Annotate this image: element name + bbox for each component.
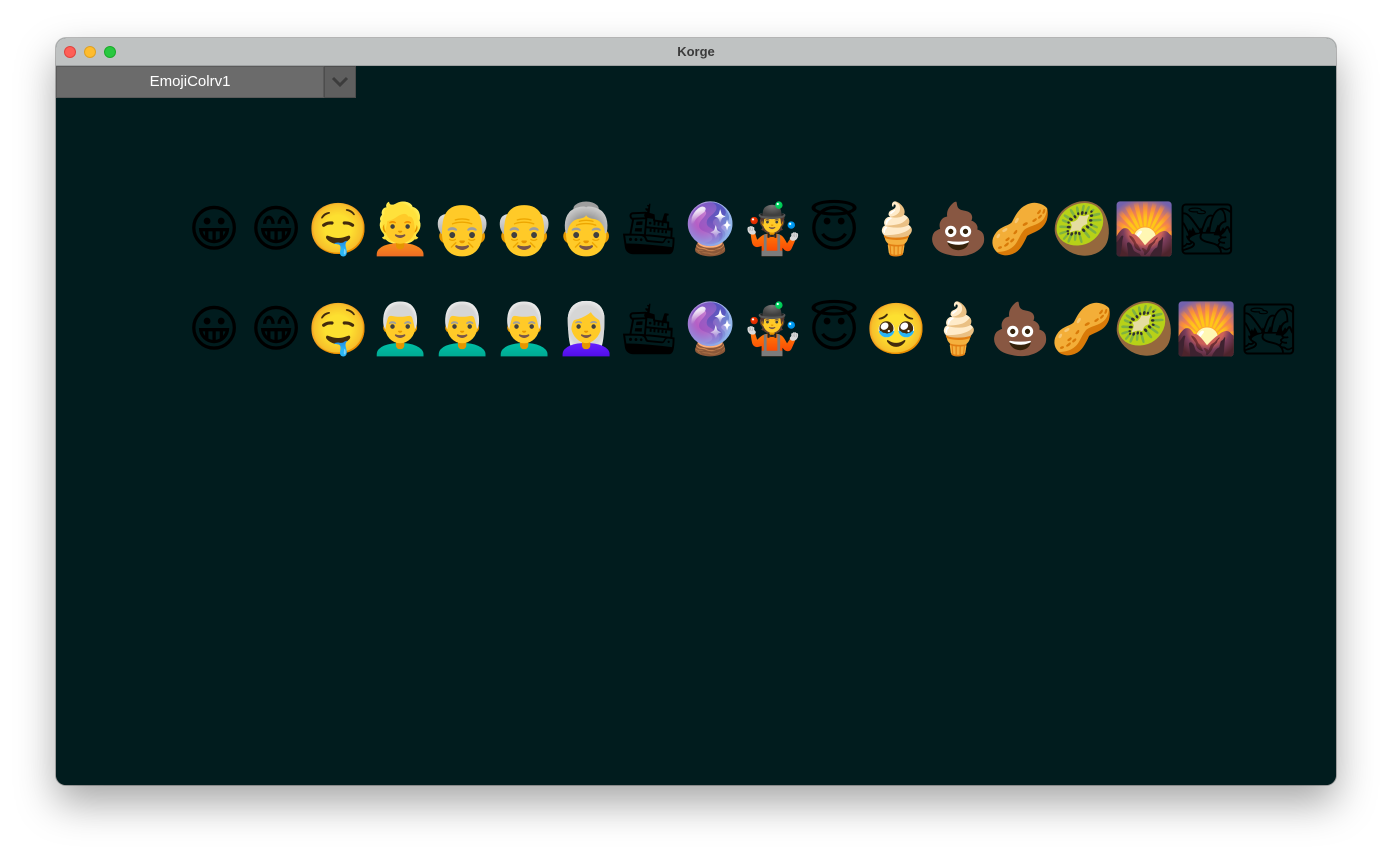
emoji-glyph: 😀 <box>187 200 241 258</box>
emoji-glyph: 🥹 <box>865 300 928 358</box>
emoji-glyph: 🤹 <box>741 200 804 258</box>
emoji-glyph: 🍦 <box>927 300 990 358</box>
emoji-glyph: 🍦 <box>865 200 928 258</box>
emoji-glyph: 🔮 <box>679 200 742 258</box>
chevron-down-icon <box>331 76 349 88</box>
emoji-glyph: 💩 <box>927 200 990 258</box>
emoji-glyph: 😁 <box>249 300 303 358</box>
emoji-glyph: 🛳 <box>617 300 681 358</box>
emoji-glyph: 😇 <box>807 300 861 358</box>
emoji-glyph: 👨‍🦳 <box>431 300 494 358</box>
emoji-glyph: 🥝 <box>1051 200 1114 258</box>
emoji-glyph: 😁 <box>249 200 303 258</box>
emoji-glyph: 🥝 <box>1113 300 1176 358</box>
emoji-glyph: 🤤 <box>307 200 370 258</box>
emoji-glyph: 👨‍🦳 <box>493 300 556 358</box>
emoji-glyph: 👴 <box>493 200 556 258</box>
emoji-glyph: 🏞 <box>1237 300 1301 358</box>
window-title: Korge <box>677 44 715 59</box>
emoji-glyph: 🥜 <box>989 200 1052 258</box>
emoji-glyph: 👵 <box>555 200 618 258</box>
title-bar[interactable]: Korge <box>56 38 1336 66</box>
canvas: EmojiColrv1 😀 😁 🤤 👱 👴 👴 👵 🛳 🔮 🤹 😇 🍦 💩 🥜 🥝 🌄 🏞 😀 😁 🤤 👨‍🦳 👨‍🦳 👨… <box>56 66 1336 785</box>
emoji-glyph: 💩 <box>989 300 1052 358</box>
emoji-glyph: 🥜 <box>1051 300 1114 358</box>
emoji-glyph: 👨‍🦳 <box>369 300 432 358</box>
emoji-glyph: 👴 <box>431 200 494 258</box>
emoji-glyph: 🔮 <box>679 300 742 358</box>
dropdown-toggle-button[interactable] <box>324 66 356 98</box>
emoji-glyph: 🛳 <box>617 200 681 258</box>
emoji-glyph: 🌄 <box>1175 300 1238 358</box>
emoji-glyph: 🤹 <box>741 300 804 358</box>
font-dropdown[interactable]: EmojiColrv1 <box>56 66 356 98</box>
font-dropdown-value[interactable]: EmojiColrv1 <box>56 66 324 98</box>
app-window: Korge EmojiColrv1 😀 😁 🤤 👱 👴 👴 👵 🛳 🔮 🤹 😇 🍦 💩 🥜 🥝 🌄 🏞 😀 😁 🤤 👨… <box>56 38 1336 785</box>
emoji-glyph: 🤤 <box>307 300 370 358</box>
emoji-glyph: 🌄 <box>1113 200 1176 258</box>
emoji-glyph: 👩‍🦳 <box>555 300 618 358</box>
emoji-glyph: 😇 <box>807 200 861 258</box>
emoji-glyph: 😀 <box>187 300 241 358</box>
emoji-glyph: 👱 <box>369 200 432 258</box>
emoji-glyph: 🏞 <box>1175 200 1239 258</box>
